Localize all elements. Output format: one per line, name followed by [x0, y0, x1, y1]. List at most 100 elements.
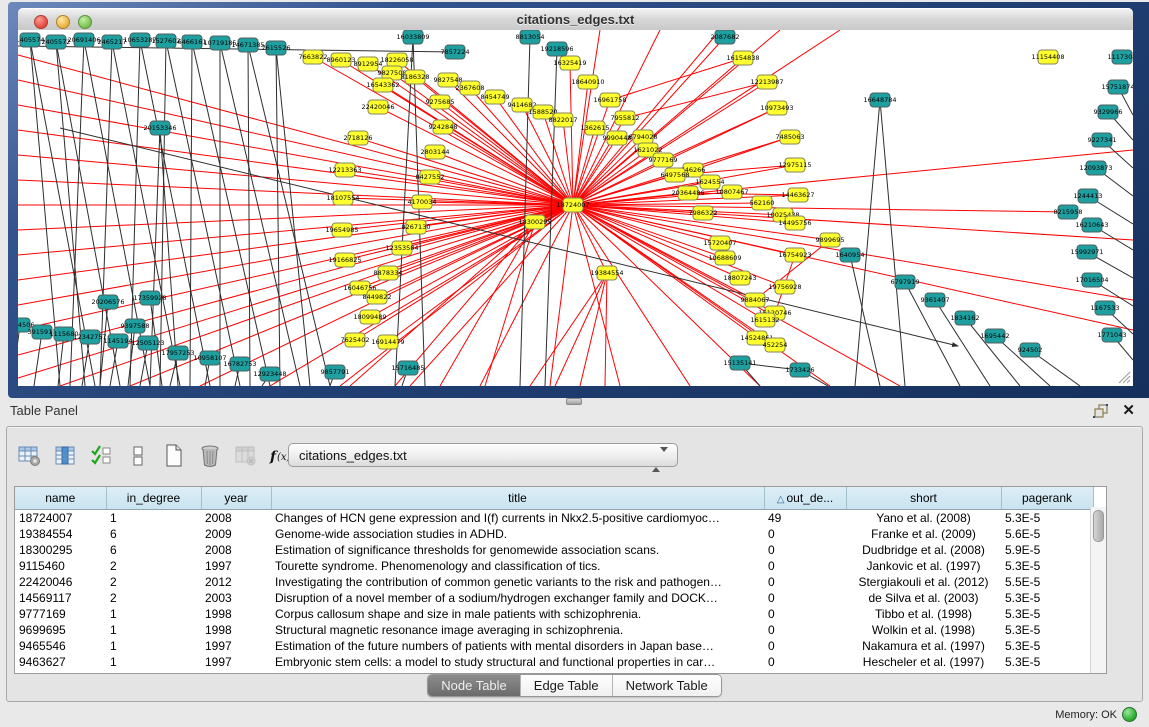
graph-node[interactable]: 8813054	[516, 30, 545, 44]
graph-edge[interactable]	[58, 334, 64, 386]
table-row[interactable]: 946362711997Embryonic stem cells: a mode…	[15, 654, 1093, 670]
column-header-title[interactable]: title	[271, 487, 764, 510]
graph-edge[interactable]	[663, 108, 777, 160]
graph-node[interactable]: 15716485	[391, 361, 424, 375]
network-svg[interactable]: 1872400776638228960123891295418226058982…	[18, 30, 1133, 386]
graph-edge[interactable]	[18, 325, 20, 386]
graph-node[interactable]: 6466161	[178, 35, 207, 49]
table-row[interactable]: 1872400712008Changes of HCN gene express…	[15, 510, 1093, 527]
table-cell[interactable]: 1	[106, 654, 201, 670]
graph-node[interactable]: 9361407	[921, 293, 950, 307]
graph-node[interactable]: 1771043	[1098, 328, 1127, 342]
graph-node[interactable]: 9777169	[649, 153, 678, 167]
graph-node[interactable]: 11154408	[1031, 50, 1064, 64]
graph-edge[interactable]	[855, 100, 880, 386]
column-header-pagerank[interactable]: pagerank	[1001, 487, 1093, 510]
graph-edge[interactable]	[18, 205, 573, 330]
graph-node[interactable]: 924502	[1018, 343, 1043, 357]
table-row[interactable]: 1938455462009Genome-wide association stu…	[15, 526, 1093, 542]
table-row[interactable]: 911546021997Tourette syndrome. Phenomeno…	[15, 558, 1093, 574]
graph-node[interactable]: 1362615	[581, 121, 610, 135]
graph-node[interactable]: 18807243	[723, 271, 756, 285]
graph-node[interactable]: 4170034	[408, 195, 437, 209]
graph-node[interactable]: 9884067	[741, 293, 770, 307]
table-cell[interactable]: 6	[106, 526, 201, 542]
table-cell[interactable]: 9777169	[15, 606, 106, 622]
graph-node[interactable]: 20364486	[671, 186, 704, 200]
column-header-year[interactable]: year	[201, 487, 271, 510]
graph-node[interactable]: 1640954	[836, 248, 865, 262]
graph-node[interactable]: 12505123	[131, 336, 164, 350]
graph-edge[interactable]	[573, 82, 588, 205]
graph-node[interactable]: 10688609	[708, 251, 741, 265]
delete-column-button[interactable]	[195, 442, 225, 470]
graph-node[interactable]: 19218596	[540, 42, 573, 56]
table-cell[interactable]: de Silva et al. (2003)	[846, 590, 1001, 606]
graph-edge[interactable]	[190, 42, 192, 386]
table-cell[interactable]: 5.3E-5	[1001, 510, 1093, 527]
graph-node[interactable]: 7485063	[776, 130, 805, 144]
close-panel-icon[interactable]: ✕	[1122, 401, 1135, 419]
graph-node[interactable]: 1733426	[786, 363, 815, 377]
graph-node[interactable]: 12213987	[750, 75, 783, 89]
row-height-button[interactable]	[123, 442, 153, 470]
graph-node[interactable]: 8427552	[416, 170, 445, 184]
graph-node[interactable]: 16782753	[223, 357, 256, 371]
graph-node[interactable]: 1145194	[104, 334, 133, 348]
graph-node[interactable]: 15992971	[1070, 245, 1103, 259]
table-cell[interactable]: 5.3E-5	[1001, 590, 1093, 606]
graph-node[interactable]: 16154838	[726, 51, 759, 65]
table-cell[interactable]: Jankovic et al. (1997)	[846, 558, 1001, 574]
graph-node[interactable]: 18300295	[518, 215, 551, 229]
table-cell[interactable]: 9465546	[15, 638, 106, 654]
tab-network-table[interactable]: Network Table	[613, 675, 721, 696]
graph-edge[interactable]	[485, 222, 535, 386]
graph-edge[interactable]	[18, 205, 573, 255]
table-cell[interactable]: 5.3E-5	[1001, 606, 1093, 622]
table-settings-button[interactable]	[15, 442, 45, 470]
graph-edge[interactable]	[383, 85, 573, 205]
table-cell[interactable]: 6	[106, 542, 201, 558]
delete-table-button[interactable]	[231, 442, 261, 470]
graph-node[interactable]: 452254	[763, 338, 788, 352]
table-cell[interactable]: 5.5E-5	[1001, 574, 1093, 590]
table-cell[interactable]: Dudbridge et al. (2008)	[846, 542, 1001, 558]
table-cell[interactable]: Investigating the contribution of common…	[271, 574, 764, 590]
table-cell[interactable]: 2003	[201, 590, 271, 606]
graph-node[interactable]: 8267130	[402, 220, 431, 234]
table-cell[interactable]: 5.3E-5	[1001, 654, 1093, 670]
table-cell[interactable]: Genome-wide association studies in ADHD.	[271, 526, 764, 542]
table-cell[interactable]: 1998	[201, 622, 271, 638]
scrollbar-thumb[interactable]	[1093, 510, 1104, 542]
column-header-short[interactable]: short	[846, 487, 1001, 510]
table-cell[interactable]: 0	[764, 654, 846, 670]
graph-node[interactable]: 8454749	[481, 90, 510, 104]
window-titlebar[interactable]: citations_edges.txt	[18, 8, 1133, 31]
graph-edge[interactable]	[573, 205, 830, 386]
graph-node[interactable]: 7625402	[341, 333, 370, 347]
column-header-out-degree[interactable]: △out_de...	[764, 487, 846, 510]
graph-node[interactable]: 16210643	[1075, 218, 1108, 232]
table-cell[interactable]: 2009	[201, 526, 271, 542]
table-row[interactable]: 1830029562008Estimation of significance …	[15, 542, 1093, 558]
table-cell[interactable]: 0	[764, 542, 846, 558]
graph-node[interactable]: 17957253	[161, 346, 194, 360]
graph-node[interactable]: 1527602	[152, 34, 181, 48]
graph-node[interactable]: 16648784	[863, 93, 896, 107]
graph-node[interactable]: 8186328	[401, 70, 430, 84]
table-cell[interactable]: 0	[764, 638, 846, 654]
table-cell[interactable]: 2	[106, 558, 201, 574]
table-source-select[interactable]: citations_edges.txt	[288, 443, 678, 467]
graph-node[interactable]: 7955812	[611, 111, 640, 125]
table-cell[interactable]: Disruption of a novel member of a sodium…	[271, 590, 764, 606]
graph-edge[interactable]	[160, 41, 166, 386]
graph-node[interactable]: 2465217	[98, 35, 127, 49]
table-cell[interactable]: 1	[106, 606, 201, 622]
float-panel-icon[interactable]	[1093, 404, 1109, 418]
table-cell[interactable]: 5.3E-5	[1001, 622, 1093, 638]
graph-node[interactable]: 12093873	[1079, 161, 1112, 175]
table-cell[interactable]: Franke et al. (2009)	[846, 526, 1001, 542]
network-canvas[interactable]: 1872400776638228960123891295418226058982…	[18, 30, 1133, 386]
table-cell[interactable]: 5.3E-5	[1001, 638, 1093, 654]
graph-node[interactable]: 8960123	[327, 53, 356, 67]
